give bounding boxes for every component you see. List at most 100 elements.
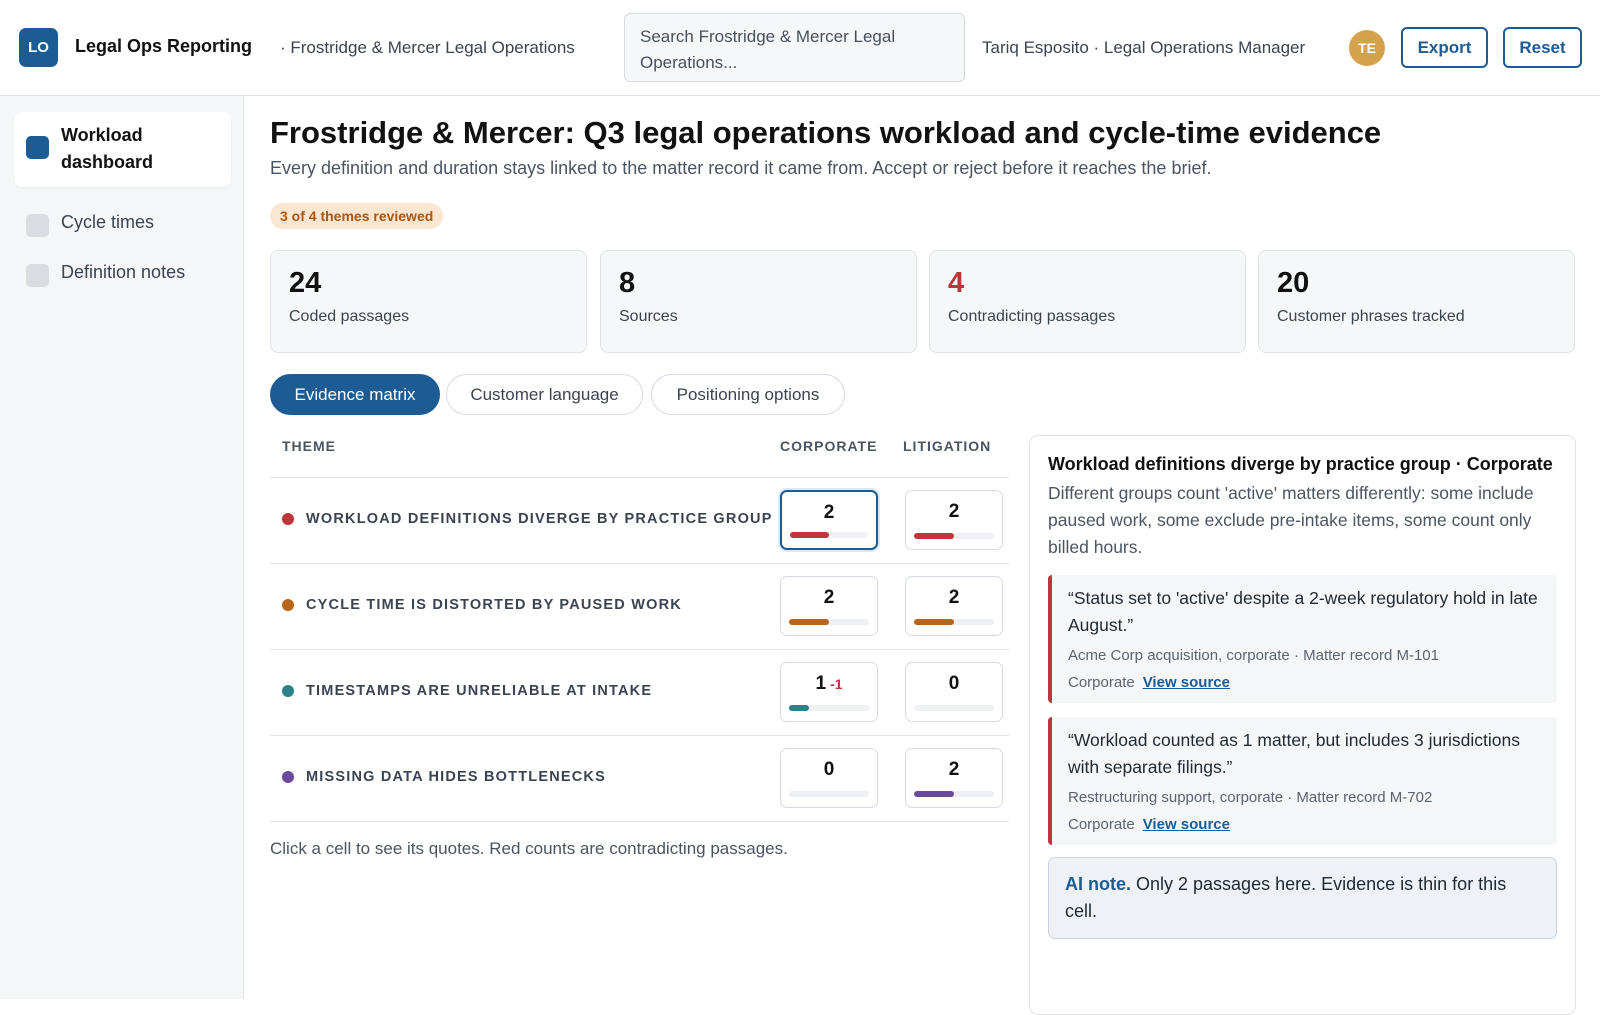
stat-value: 4	[948, 267, 965, 299]
theme-label: WORKLOAD DEFINITIONS DIVERGE BY PRACTICE…	[306, 511, 773, 527]
cell-bar-track	[789, 705, 869, 711]
cell-bar-track	[789, 791, 869, 797]
cell-count: 0	[906, 673, 1002, 695]
cell-bar-fill	[790, 532, 829, 538]
tab-customer-language[interactable]: Customer language	[446, 374, 643, 415]
page-subtitle: Every definition and duration stays link…	[270, 158, 1212, 178]
matrix-cell-corporate[interactable]: 0	[780, 748, 878, 808]
matrix-note: Click a cell to see its quotes. Red coun…	[270, 839, 788, 858]
org-name: · Frostridge & Mercer Legal Operations	[280, 38, 575, 57]
theme-label: CYCLE TIME IS DISTORTED BY PAUSED WORK	[306, 597, 682, 613]
quote-card: “Workload counted as 1 matter, but inclu…	[1048, 717, 1557, 845]
cell-count: 2	[906, 587, 1002, 609]
quote-footer: Corporate View source	[1068, 816, 1541, 833]
theme-label: MISSING DATA HIDES BOTTLENECKS	[306, 769, 606, 785]
cell-count: 0	[781, 759, 877, 781]
ai-note-label: AI note.	[1065, 874, 1131, 894]
matrix-cell-corporate[interactable]: 2	[780, 576, 878, 636]
avatar[interactable]: TE	[1349, 30, 1385, 66]
cell-count-value: 2	[948, 759, 960, 780]
detail-panel: Workload definitions diverge by practice…	[1029, 435, 1576, 1015]
matrix-cell-corporate[interactable]: 2	[780, 490, 878, 550]
review-status-badge: 3 of 4 themes reviewed	[270, 203, 444, 229]
view-source-link[interactable]: View source	[1143, 816, 1230, 833]
matrix-cell-litigation[interactable]: 0	[905, 662, 1003, 722]
theme-label: TIMESTAMPS ARE UNRELIABLE AT INTAKE	[306, 683, 653, 699]
matrix-divider	[270, 563, 1009, 564]
matrix-row-theme: WORKLOAD DEFINITIONS DIVERGE BY PRACTICE…	[282, 511, 773, 527]
cell-count: 2	[782, 502, 876, 524]
cell-bar-fill	[789, 705, 809, 711]
cell-count-value: 0	[823, 759, 835, 780]
cell-count-value: 2	[948, 501, 960, 522]
cell-bar-track	[914, 705, 994, 711]
app-logo[interactable]: LO	[19, 28, 58, 67]
cell-count: 1 -1	[781, 673, 877, 695]
stat-value: 20	[1277, 267, 1310, 299]
stat-card-contradicting-passages: 4 Contradicting passages	[929, 250, 1246, 353]
matrix-header-theme: THEME	[282, 438, 336, 454]
workload-dashboard-icon	[26, 136, 49, 159]
stat-label: Sources	[619, 308, 678, 325]
cell-bar-track	[914, 791, 994, 797]
cell-count-value: 1	[815, 673, 827, 694]
theme-color-dot	[282, 685, 294, 697]
matrix-row-theme: TIMESTAMPS ARE UNRELIABLE AT INTAKE	[282, 683, 652, 699]
theme-color-dot	[282, 771, 294, 783]
matrix-divider	[270, 649, 1009, 650]
quote-text: “Status set to 'active' despite a 2-week…	[1068, 588, 1538, 635]
top-bar: LO Legal Ops Reporting · Frostridge & Me…	[0, 0, 1600, 96]
matrix-header-litigation: LITIGATION	[903, 438, 992, 454]
theme-color-dot	[282, 513, 294, 525]
cell-count: 2	[906, 501, 1002, 523]
ai-note-text: Only 2 passages here. Evidence is thin f…	[1065, 874, 1507, 921]
stat-value: 8	[619, 267, 636, 299]
sidebar-item-cycle-times[interactable]: Cycle times	[14, 202, 231, 247]
matrix-header-corporate: CORPORATE	[780, 438, 878, 454]
sidebar-item-workload-dashboard[interactable]: Workload dashboard	[14, 112, 231, 187]
panel-description: Different groups count 'active' matters …	[1048, 483, 1534, 557]
matrix-divider	[270, 477, 1009, 478]
ai-note: AI note. Only 2 passages here. Evidence …	[1048, 857, 1557, 939]
search-input[interactable]: Search Frostridge & Mercer Legal Operati…	[624, 13, 965, 82]
cell-bar-track	[789, 619, 869, 625]
cell-bar-track	[914, 533, 994, 539]
cell-bar-fill	[789, 619, 829, 625]
matrix-cell-corporate[interactable]: 1 -1	[780, 662, 878, 722]
sidebar-item-definition-notes[interactable]: Definition notes	[14, 252, 231, 297]
user-name: Tariq Esposito · Legal Operations Manage…	[982, 38, 1306, 57]
cell-bar-track	[914, 619, 994, 625]
quote-card: “Status set to 'active' despite a 2-week…	[1048, 575, 1557, 703]
stat-value: 24	[289, 267, 322, 299]
matrix-row-theme: MISSING DATA HIDES BOTTLENECKS	[282, 769, 606, 785]
matrix-row-theme: CYCLE TIME IS DISTORTED BY PAUSED WORK	[282, 597, 682, 613]
matrix-cell-litigation[interactable]: 2	[905, 748, 1003, 808]
tab-evidence-matrix[interactable]: Evidence matrix	[270, 374, 440, 415]
theme-color-dot	[282, 599, 294, 611]
stat-label: Customer phrases tracked	[1277, 308, 1465, 325]
panel-title: Workload definitions diverge by practice…	[1048, 454, 1553, 474]
tab-positioning-options[interactable]: Positioning options	[651, 374, 845, 415]
export-button[interactable]: Export	[1401, 27, 1488, 68]
view-source-link[interactable]: View source	[1143, 674, 1230, 691]
cell-bar-fill	[914, 791, 954, 797]
cell-count: 2	[906, 759, 1002, 781]
matrix-cell-litigation[interactable]: 2	[905, 576, 1003, 636]
cell-bar-fill	[914, 619, 954, 625]
matrix-divider	[270, 821, 1009, 822]
quote-group: Corporate	[1068, 816, 1135, 833]
cell-contradiction-delta: -1	[830, 676, 843, 692]
matrix-cell-litigation[interactable]: 2	[905, 490, 1003, 550]
cell-bar-fill	[914, 533, 954, 539]
stat-card-coded-passages: 24 Coded passages	[270, 250, 587, 353]
cell-count: 2	[781, 587, 877, 609]
quote-text: “Workload counted as 1 matter, but inclu…	[1068, 730, 1520, 777]
cell-count-value: 2	[823, 502, 835, 523]
cell-count-value: 2	[823, 587, 835, 608]
definition-notes-icon	[26, 264, 49, 287]
quote-group: Corporate	[1068, 674, 1135, 691]
stat-card-sources: 8 Sources	[600, 250, 917, 353]
sidebar-item-label: Cycle times	[61, 212, 155, 232]
page-title: Frostridge & Mercer: Q3 legal operations…	[270, 115, 1382, 150]
reset-button[interactable]: Reset	[1503, 27, 1582, 68]
